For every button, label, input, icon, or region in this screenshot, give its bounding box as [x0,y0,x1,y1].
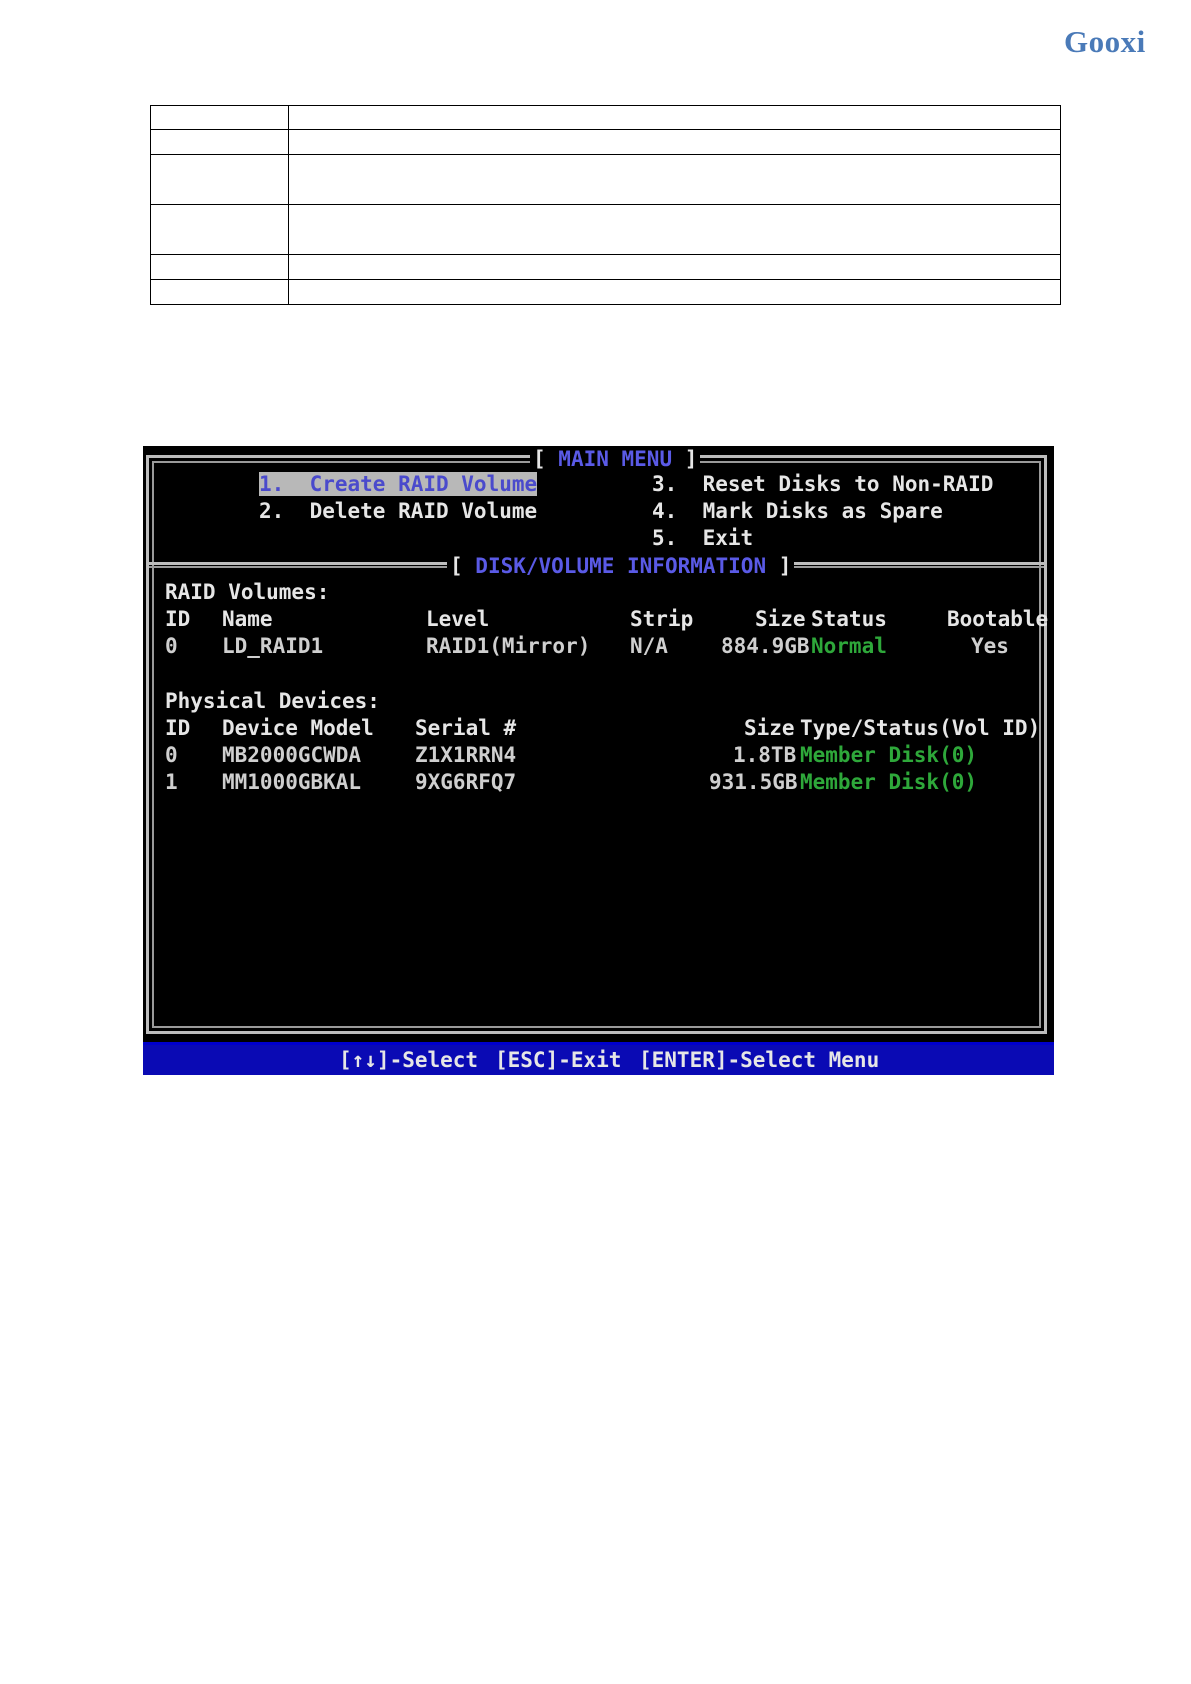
menu-item-reset-disks[interactable]: 3. Reset Disks to Non-RAID [652,472,993,496]
table-row [150,254,1061,280]
pd-row0-serial: Z1X1RRN4 [415,743,517,767]
col-header-strip: Strip [630,607,694,631]
pd-col-header-type: Type/Status(Vol ID) [800,716,1041,740]
document-table [150,105,1061,305]
pd-row0-size: 1.8TB [733,743,797,767]
pd-row0-id: 0 [165,743,178,767]
menu-item-exit[interactable]: 5. Exit [652,526,753,550]
menu-item-delete-raid-volume[interactable]: 2. Delete RAID Volume [259,499,537,523]
col-header-size: Size [755,607,806,631]
physical-devices-heading: Physical Devices: [165,689,380,713]
volume-strip: N/A [630,634,668,658]
menu-item-mark-spare[interactable]: 4. Mark Disks as Spare [652,499,943,523]
volume-id: 0 [165,634,178,658]
main-menu-title: [ MAIN MENU ] [530,447,701,471]
status-hint-enter: [ENTER]-Select Menu [639,1048,880,1072]
pd-row0-model: MB2000GCWDA [222,743,362,767]
pd-row0-type: Member Disk(0) [800,743,978,767]
brand-logo: Gooxi [1064,24,1146,59]
table-row [150,204,1061,255]
disk-info-title: [ DISK/VOLUME INFORMATION ] [447,554,795,578]
pd-col-header-model: Device Model [222,716,374,740]
disk-info-title-text: DISK/VOLUME INFORMATION [475,554,767,578]
table-row [150,129,1061,155]
col-header-id: ID [165,607,191,631]
pd-row1-id: 1 [165,770,178,794]
table-row [150,279,1061,305]
pd-col-header-size: Size [744,716,795,740]
volume-name: LD_RAID1 [222,634,324,658]
pd-col-header-serial: Serial # [415,716,517,740]
col-header-level: Level [426,607,490,631]
table-row [150,154,1061,205]
status-bar: [↑↓]-Select [ESC]-Exit [ENTER]-Select Me… [143,1042,1054,1075]
col-header-name: Name [222,607,273,631]
volume-level: RAID1(Mirror) [426,634,591,658]
pd-row1-type: Member Disk(0) [800,770,978,794]
status-hint-select: [↑↓]-Select [339,1048,479,1072]
pd-row1-serial: 9XG6RFQ7 [415,770,517,794]
col-header-status: Status [811,607,887,631]
menu-item-create-raid-volume[interactable]: 1. Create RAID Volume [259,472,538,496]
pd-row1-model: MM1000GBKAL [222,770,362,794]
volume-bootable: Yes [971,634,1009,658]
volume-size: 884.9GB [721,634,810,658]
table-row [150,105,1061,130]
bios-screen: [ MAIN MENU ] 1. Create RAID Volume 2. D… [143,446,1054,1075]
main-menu-title-text: MAIN MENU [558,447,673,471]
raid-volumes-heading: RAID Volumes: [165,580,330,604]
col-header-bootable: Bootable [947,607,1049,631]
pd-col-header-id: ID [165,716,191,740]
volume-status-badge: Normal [811,634,887,658]
pd-row1-size: 931.5GB [709,770,798,794]
status-hint-exit: [ESC]-Exit [495,1048,622,1072]
